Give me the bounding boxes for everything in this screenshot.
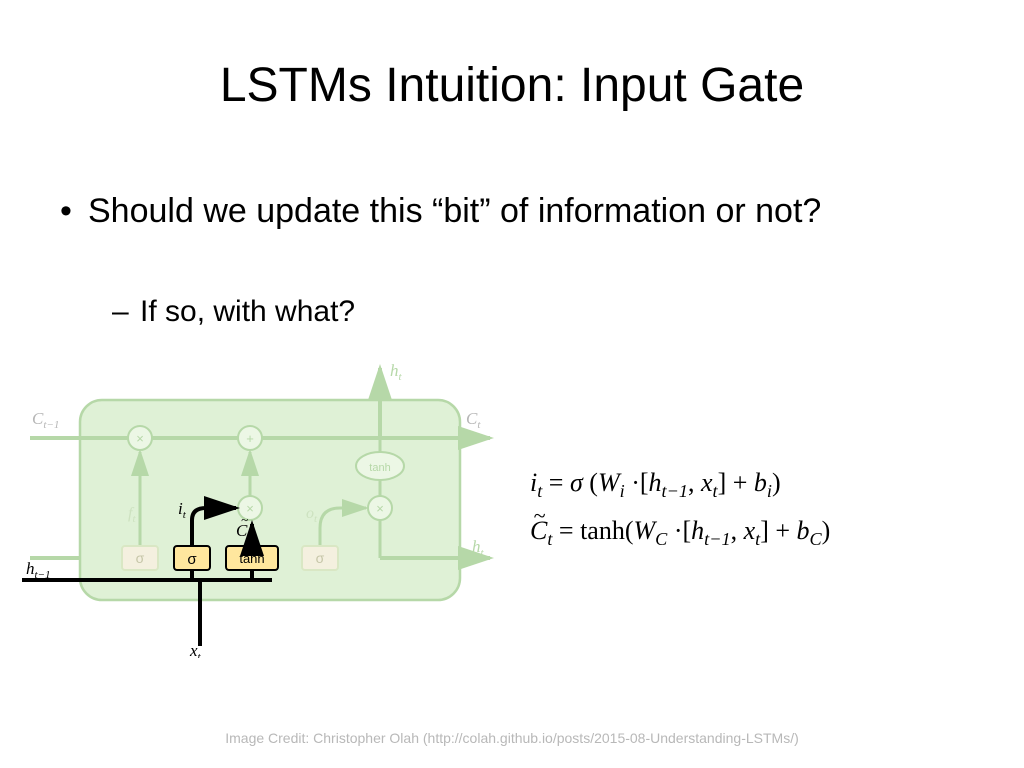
times-op-1: ×: [136, 431, 144, 446]
equation-c-tilde: Ct = tanh(WC ·[ht−1, xt] + bC): [530, 508, 830, 556]
sigma-box-faded-1: σ: [136, 550, 145, 566]
bullet-sub: If so, with what?: [140, 295, 355, 329]
image-credit: Image Credit: Christopher Olah (http://c…: [0, 730, 1024, 746]
times-op-3: ×: [376, 501, 384, 516]
tanh-box-active: tanh: [239, 551, 264, 566]
h-prev-label: ht−1: [26, 559, 50, 581]
sigma-box-active: σ: [187, 551, 197, 568]
page-title: LSTMs Intuition: Input Gate: [0, 58, 1024, 113]
tanh-out: tanh: [369, 462, 390, 474]
h-right-label: ht: [472, 537, 485, 559]
plus-op: +: [246, 431, 254, 446]
sigma-box-faded-2: σ: [316, 550, 325, 566]
bullet-main: Should we update this “bit” of informati…: [88, 190, 821, 233]
c-prev-label: Ct−1: [32, 409, 59, 431]
h-top-label: ht: [390, 361, 403, 383]
lstm-diagram: × + tanh × × σ σ ft ot Ct−1 Ct ht ht σ t…: [20, 358, 500, 658]
c-next-label: Ct: [466, 409, 481, 431]
equations-block: it = σ (Wi ·[ht−1, xt] + bi) Ct = tanh(W…: [530, 460, 830, 556]
equation-i: it = σ (Wi ·[ht−1, xt] + bi): [530, 460, 830, 508]
